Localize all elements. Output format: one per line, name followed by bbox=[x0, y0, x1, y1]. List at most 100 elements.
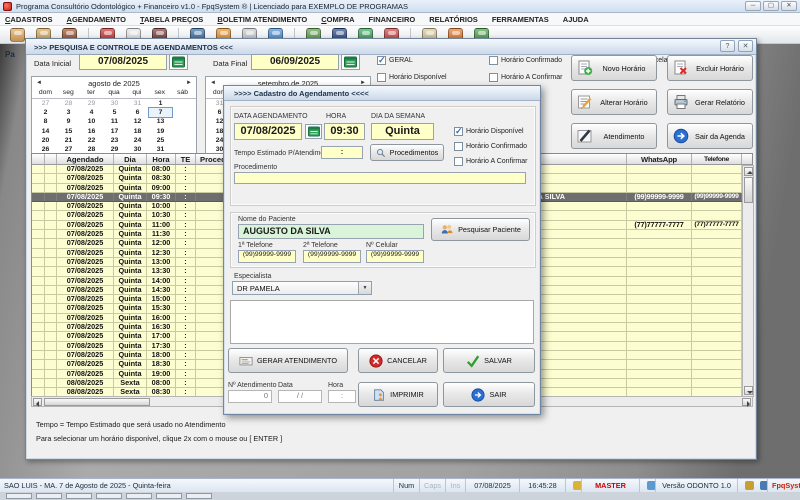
help-button[interactable]: ? bbox=[720, 40, 735, 52]
horario-confirmado-checkbox[interactable] bbox=[489, 56, 498, 65]
calendar-day[interactable]: 2 bbox=[34, 108, 57, 117]
calendar-day[interactable]: 3 bbox=[57, 108, 80, 117]
notes-box[interactable] bbox=[230, 300, 534, 344]
menu-item-ajuda[interactable]: AJUDA bbox=[563, 15, 589, 24]
procedimentos-button[interactable]: Procedimentos bbox=[370, 144, 444, 161]
calendar-day[interactable]: 18 bbox=[126, 127, 149, 136]
scroll-down-arrow[interactable] bbox=[744, 386, 753, 395]
data-inicial-field[interactable]: 07/08/2025 bbox=[79, 54, 167, 70]
celular-field[interactable]: (99)99999-9999 bbox=[366, 250, 424, 263]
sair-da-agenda-button[interactable]: Sair da Agenda bbox=[667, 123, 753, 149]
calendar-day[interactable]: 31 bbox=[126, 99, 149, 108]
chevron-down-icon[interactable]: ▼ bbox=[358, 282, 371, 294]
calendar-day[interactable]: 5 bbox=[103, 108, 126, 117]
calendar-day[interactable]: 22 bbox=[80, 136, 103, 145]
calendar-day[interactable]: 25 bbox=[149, 136, 172, 145]
data-agendamento-field[interactable]: 07/08/2025 bbox=[234, 123, 302, 140]
dialog-status-hor-rio-confirmado[interactable]: Horário Confirmado bbox=[454, 142, 527, 151]
dialog-calendar-button[interactable] bbox=[305, 124, 322, 139]
menu-item-compra[interactable]: COMPRA bbox=[321, 15, 354, 24]
calendar-day[interactable]: 24 bbox=[126, 136, 149, 145]
scroll-thumb[interactable] bbox=[44, 398, 150, 406]
calendar-day[interactable]: 8 bbox=[34, 117, 57, 126]
calendar-day[interactable]: 23 bbox=[103, 136, 126, 145]
hor-rio-dispon-vel-checkbox[interactable] bbox=[454, 127, 463, 136]
data-inicial-calendar-button[interactable] bbox=[169, 54, 188, 70]
day-name: seg bbox=[57, 89, 80, 98]
horario-disponivel-checkbox[interactable] bbox=[377, 73, 386, 82]
close-button[interactable]: ✕ bbox=[781, 1, 797, 11]
calendar-day[interactable]: 19 bbox=[149, 127, 172, 136]
cancelar-button[interactable]: CANCELAR bbox=[358, 348, 438, 373]
gerar-atendimento-button[interactable]: GERAR ATENDIMENTO bbox=[228, 348, 348, 373]
calendar-day[interactable]: 20 bbox=[34, 136, 57, 145]
menu-item-agendamento[interactable]: AGENDAMENTO bbox=[67, 15, 126, 24]
calendar-day[interactable]: 29 bbox=[80, 99, 103, 108]
calendar-day[interactable]: 15 bbox=[57, 127, 80, 136]
table-cell: 12:30 bbox=[147, 249, 176, 257]
salvar-button[interactable]: SALVAR bbox=[443, 348, 535, 373]
hor-rio-confirmado-checkbox[interactable] bbox=[454, 142, 463, 151]
hora-field[interactable]: 09:30 bbox=[324, 123, 365, 140]
menu-item-ferramentas[interactable]: FERRAMENTAS bbox=[492, 15, 549, 24]
minimize-button[interactable]: ─ bbox=[745, 1, 761, 11]
horario-a-confirmar-checkbox[interactable] bbox=[489, 73, 498, 82]
scroll-left-arrow[interactable] bbox=[33, 398, 42, 406]
maximize-button[interactable]: ▢ bbox=[763, 1, 779, 11]
gerar-relat-rio-button[interactable]: Gerar Relatório bbox=[667, 89, 753, 115]
calendar-day[interactable]: 27 bbox=[34, 99, 57, 108]
procedimento-field[interactable] bbox=[234, 172, 526, 184]
especialista-select[interactable]: DR PAMELA ▼ bbox=[232, 281, 372, 295]
scroll-right-arrow[interactable] bbox=[742, 398, 751, 406]
calendar-day[interactable]: 13 bbox=[149, 117, 172, 126]
calendar-day[interactable]: 30 bbox=[103, 99, 126, 108]
calendar-day[interactable]: 14 bbox=[34, 127, 57, 136]
pesquisar-paciente-button[interactable]: Pesquisar Paciente bbox=[431, 218, 530, 241]
filter-horario-disponivel[interactable]: Horário Disponível bbox=[377, 73, 447, 82]
excluir-hor-rio-button[interactable]: Excluir Horário bbox=[667, 55, 753, 81]
imprimir-button[interactable]: IMPRIMIR bbox=[358, 382, 438, 407]
calendar-day[interactable]: 16 bbox=[80, 127, 103, 136]
atendimento-button[interactable]: Atendimento bbox=[571, 123, 657, 149]
calendar-day[interactable]: 28 bbox=[57, 99, 80, 108]
tempo-estimado-field[interactable]: : bbox=[321, 146, 363, 159]
sair-button[interactable]: SAIR bbox=[443, 382, 535, 407]
patient-icon[interactable] bbox=[10, 28, 25, 42]
menu-item-tabela-pre-os[interactable]: TABELA PREÇOS bbox=[140, 15, 203, 24]
calendar-day[interactable]: 10 bbox=[80, 117, 103, 126]
filter-horario-a-confirmar[interactable]: Horário A Confirmar bbox=[489, 73, 562, 82]
dia-da-semana-field[interactable]: Quinta bbox=[371, 123, 434, 140]
nome-paciente-field[interactable]: AUGUSTO DA SILVA bbox=[238, 224, 424, 239]
calendar-day[interactable]: 6 bbox=[126, 108, 149, 117]
scroll-up-arrow[interactable] bbox=[744, 167, 753, 176]
calendar-day[interactable]: 9 bbox=[57, 117, 80, 126]
status-version: Versão ODONTO 1.0 bbox=[656, 479, 738, 493]
tel2-field[interactable]: (99)99999-9999 bbox=[303, 250, 361, 263]
calendar-day[interactable]: 7 bbox=[149, 108, 172, 117]
menu-item-relat-rios[interactable]: RELATÓRIOS bbox=[429, 15, 478, 24]
scroll-thumb[interactable] bbox=[744, 177, 753, 203]
data-final-field[interactable]: 06/09/2025 bbox=[251, 54, 339, 70]
geral-checkbox[interactable] bbox=[377, 56, 386, 65]
dialog-status-hor-rio-a-confirmar[interactable]: Horário A Confirmar bbox=[454, 157, 527, 166]
calendar-day[interactable]: 21 bbox=[57, 136, 80, 145]
novo-hor-rio-button[interactable]: Novo Horário bbox=[571, 55, 657, 81]
tel1-field[interactable]: (99)99999-9999 bbox=[238, 250, 296, 263]
data-final-calendar-button[interactable] bbox=[341, 54, 360, 70]
filter-horario-confirmado[interactable]: Horário Confirmado bbox=[489, 56, 562, 65]
alterar-hor-rio-button[interactable]: Alterar Horário bbox=[571, 89, 657, 115]
dialog-status-hor-rio-dispon-vel[interactable]: Horário Disponível bbox=[454, 127, 524, 136]
calendar-day[interactable]: 4 bbox=[80, 108, 103, 117]
calendar-day[interactable]: 12 bbox=[126, 117, 149, 126]
vertical-scrollbar[interactable] bbox=[742, 165, 754, 397]
menu-item-cadastros[interactable]: CADASTROS bbox=[5, 15, 53, 24]
agenda-close-button[interactable]: ✕ bbox=[738, 40, 753, 52]
calendar-day[interactable]: 1 bbox=[149, 99, 172, 108]
filter-geral[interactable]: GERAL bbox=[377, 56, 413, 65]
menu-item-financeiro[interactable]: FINANCEIRO bbox=[369, 15, 416, 24]
next-month-arrow[interactable]: ► bbox=[186, 80, 192, 86]
calendar-day[interactable]: 17 bbox=[103, 127, 126, 136]
menu-item-boletim-atendimento[interactable]: BOLETIM ATENDIMENTO bbox=[217, 15, 307, 24]
calendar-day[interactable]: 11 bbox=[103, 117, 126, 126]
hor-rio-a-confirmar-checkbox[interactable] bbox=[454, 157, 463, 166]
